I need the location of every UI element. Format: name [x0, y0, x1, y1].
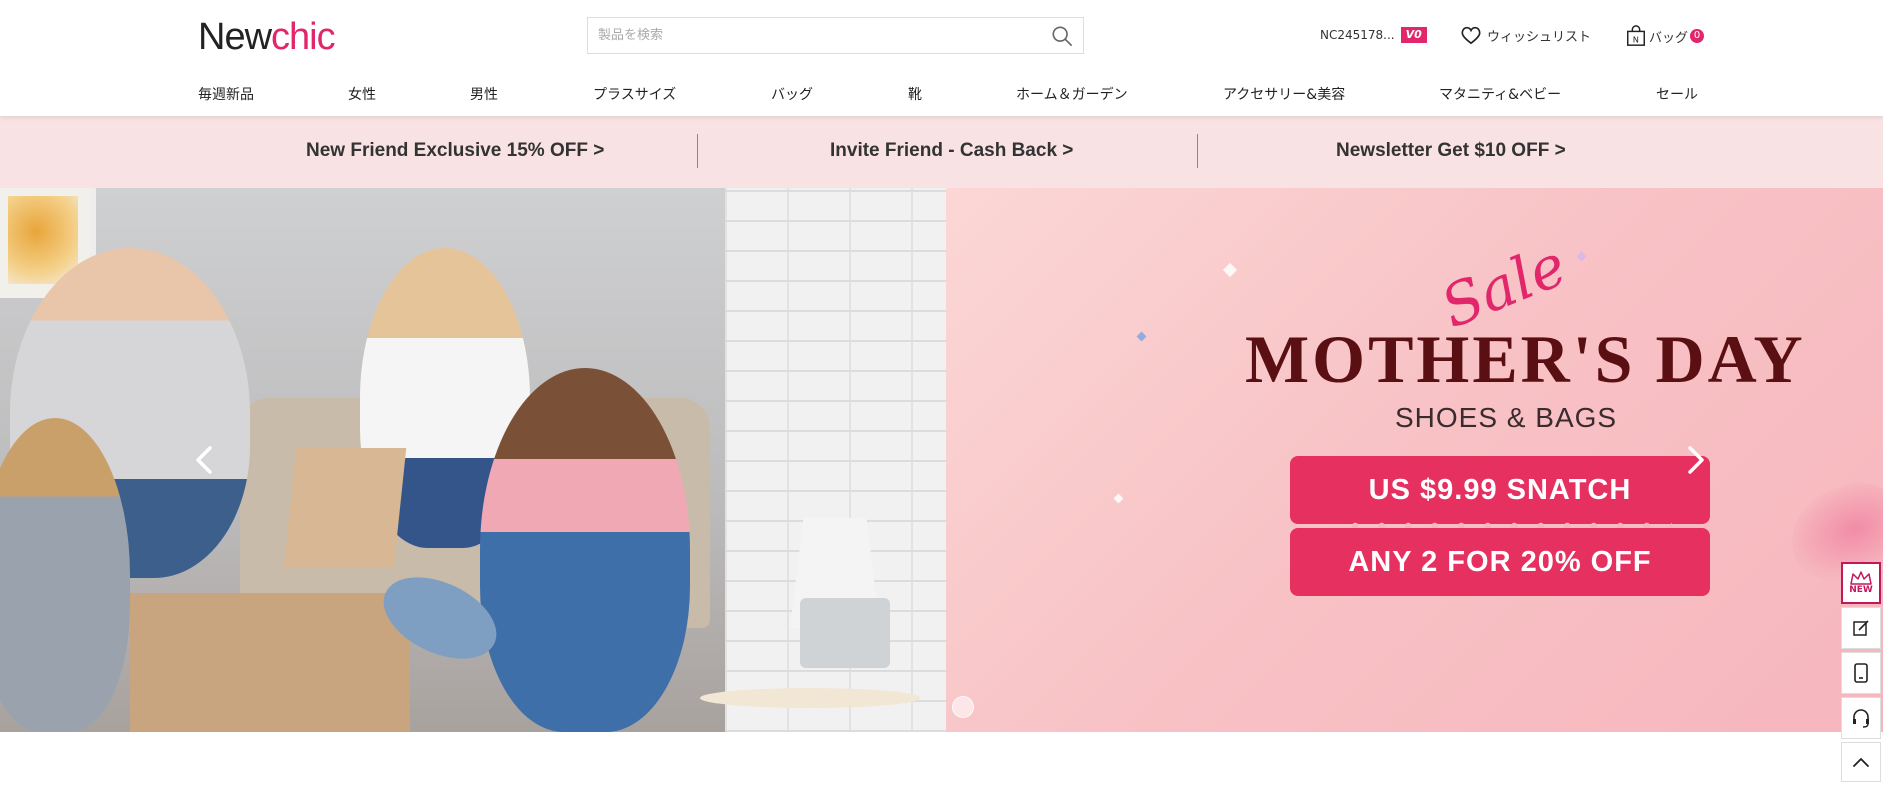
promo-divider — [697, 134, 698, 168]
crown-icon — [1850, 571, 1872, 585]
back-to-top-float-button[interactable] — [1841, 742, 1881, 782]
bag-link[interactable]: N バッグ 0 — [1625, 25, 1705, 47]
chevron-left-icon[interactable] — [190, 440, 220, 480]
promo-invite-friend-link[interactable]: Invite Friend - Cash Back > — [830, 140, 1073, 162]
chevron-right-icon[interactable] — [1680, 440, 1710, 480]
banner-title: MOTHER'S DAY — [1245, 321, 1806, 397]
slide-indicator-dot[interactable] — [952, 696, 974, 718]
banner-subtitle: SHOES & BAGS — [1395, 402, 1618, 433]
family-photo — [0, 188, 946, 732]
cardboard-box — [130, 593, 410, 732]
nav-item-men[interactable]: 男性 — [470, 84, 498, 104]
newchic-logo[interactable]: Newchic — [198, 14, 336, 60]
search-box — [587, 17, 1084, 54]
new-badge-label: NEW — [1849, 585, 1873, 595]
nav-item-maternity-baby[interactable]: マタニティ&ベビー — [1439, 84, 1561, 104]
heart-icon — [1461, 26, 1481, 45]
nav-item-shoes[interactable]: 靴 — [908, 84, 922, 104]
search-input[interactable] — [588, 18, 1048, 53]
new-arrivals-float-button[interactable]: NEW — [1841, 562, 1881, 604]
offer-snatch-button[interactable]: US $9.99 SNATCH — [1290, 456, 1710, 524]
promo-newsletter-link[interactable]: Newsletter Get $10 OFF > — [1336, 140, 1566, 162]
bag-count-badge: 0 — [1690, 29, 1705, 43]
chevron-up-icon — [1853, 758, 1869, 767]
bag-label: バッグ — [1649, 30, 1689, 46]
account-link[interactable]: NC245178... V0 — [1320, 27, 1427, 43]
wishlist-label: ウィッシュリスト — [1487, 29, 1592, 45]
side-table — [700, 688, 920, 708]
site-header: Newchic NC245178... V0 ウィッシュリスト N バッグ 0 … — [0, 0, 1883, 116]
bag-icon: N — [1627, 25, 1645, 46]
nav-item-plus-size[interactable]: プラスサイズ — [593, 84, 676, 104]
nav-item-accessories-beauty[interactable]: アクセサリー&美容 — [1223, 84, 1345, 104]
feedback-float-button[interactable] — [1841, 607, 1881, 649]
cardboard-box — [283, 448, 407, 568]
support-float-button[interactable] — [1841, 697, 1881, 739]
nav-item-women[interactable]: 女性 — [348, 84, 376, 104]
headset-icon — [1853, 709, 1869, 728]
edit-icon — [1853, 620, 1869, 636]
svg-text:N: N — [1633, 34, 1639, 44]
nav-item-bags[interactable]: バッグ — [771, 84, 813, 104]
nav-item-home-garden[interactable]: ホーム＆ガーデン — [1016, 84, 1128, 104]
nav-item-new-weekly[interactable]: 毎週新品 — [198, 84, 254, 104]
main-nav: 毎週新品 女性 男性 プラスサイズ バッグ 靴 ホーム＆ガーデン アクセサリー&… — [198, 84, 1698, 106]
wishlist-link[interactable]: ウィッシュリスト — [1460, 25, 1591, 45]
promo-divider — [1197, 134, 1198, 168]
nav-item-sale[interactable]: セール — [1656, 84, 1698, 104]
plant-pot — [800, 598, 890, 668]
promo-new-friend-link[interactable]: New Friend Exclusive 15% OFF > — [306, 140, 604, 162]
app-float-button[interactable] — [1841, 652, 1881, 694]
hero-banner[interactable]: Sale MOTHER'S DAY SHOES & BAGS US $9.99 … — [0, 188, 1883, 732]
promo-bar: New Friend Exclusive 15% OFF > Invite Fr… — [0, 116, 1883, 188]
search-icon[interactable] — [1051, 25, 1073, 47]
account-id: NC245178... — [1320, 28, 1395, 42]
offer-any2-button[interactable]: ANY 2 FOR 20% OFF — [1290, 528, 1710, 596]
vip-badge: V0 — [1400, 27, 1427, 43]
girl-figure — [480, 368, 690, 732]
tablet-icon — [1854, 663, 1868, 683]
